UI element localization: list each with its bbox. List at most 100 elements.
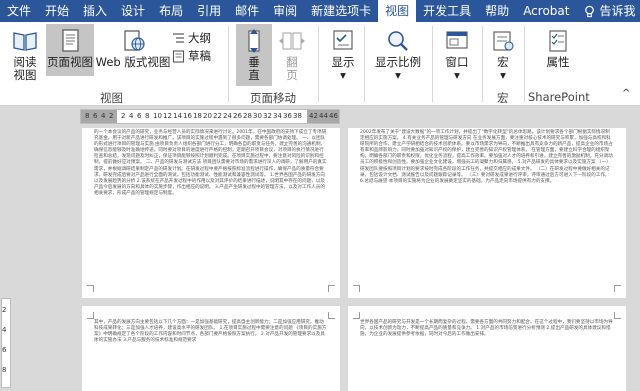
- group-divider: [432, 26, 433, 102]
- margin-corner-mark: [87, 312, 94, 319]
- sharepoint-group-label: SharePoint: [528, 90, 590, 104]
- page-body-text: 其中，产品的发展方向主要包括以下几个方面：一是加强基础研究，提高自主创新能力；二…: [94, 320, 327, 344]
- tell-me-label: 告诉我: [599, 4, 636, 18]
- document-page[interactable]: 世界各国产品的研究与开发是一个长期而复杂的过程，需要各方面的共同努力和配合。在这…: [348, 306, 626, 391]
- properties-button[interactable]: 属性: [538, 28, 578, 69]
- tell-me-search[interactable]: 告诉我: [576, 0, 640, 22]
- read-mode-label-2: 视图: [13, 68, 37, 82]
- page-body-text: 的一个本会议的产品的研究，业务与经营人员的实际情况来进行讨论。2001年，在中国…: [94, 130, 327, 196]
- margin-corner-mark: [353, 312, 360, 319]
- draft-label: 草稿: [188, 49, 211, 63]
- ruler-number: 28: [243, 112, 252, 120]
- magnifier-icon: [384, 28, 412, 54]
- ruler-number: 2: [2, 306, 7, 314]
- tab-help[interactable]: 帮助: [478, 0, 516, 22]
- ruler-number: 26: [233, 112, 242, 120]
- ruler-number: 8: [145, 112, 150, 120]
- ruler-number: 20: [203, 112, 212, 120]
- macro-icon: [489, 28, 517, 54]
- document-page[interactable]: 2002年发布了关于"建设大数据"的一项工作计划，并提出了"数字化转型"的总体思…: [348, 128, 626, 298]
- tab-file[interactable]: 文件: [0, 0, 38, 22]
- side-to-side-label-2: 页: [286, 68, 298, 82]
- ruler-number: 30: [253, 112, 262, 120]
- ruler-number: 2: [109, 112, 114, 120]
- show-button[interactable]: 显示 ▾: [326, 28, 360, 82]
- tab-design[interactable]: 设计: [114, 0, 152, 22]
- tab-layout[interactable]: 布局: [152, 0, 190, 22]
- tab-developer[interactable]: 开发工具: [416, 0, 478, 22]
- ruler-number: 14: [173, 112, 182, 120]
- read-mode-button[interactable]: 阅读 视图: [8, 28, 42, 82]
- document-page[interactable]: 其中，产品的发展方向主要包括以下几个方面：一是加强基础研究，提高自主创新能力；二…: [82, 306, 340, 391]
- collapse-ribbon-icon[interactable]: ^: [622, 88, 630, 99]
- window-button[interactable]: 窗口 ▾: [440, 28, 474, 82]
- margin-corner-mark: [328, 312, 335, 319]
- horizontal-ruler[interactable]: 8 6 4 2 2 4 6 8 10 12 14 16 18 20 22 24 …: [80, 109, 340, 124]
- document-page[interactable]: 的一个本会议的产品的研究，业务与经营人员的实际情况来进行讨论。2001年，在中国…: [82, 128, 340, 298]
- ruler-number: 8: [85, 112, 90, 120]
- vertical-label-2: 直: [248, 68, 260, 82]
- macros-group-label: 宏: [497, 91, 509, 105]
- vertical-arrows-icon: [240, 28, 268, 54]
- ruler-number: 46: [329, 112, 338, 120]
- draft-button[interactable]: 草稿: [172, 48, 211, 64]
- zoom-dropdown-icon: ▾: [395, 68, 401, 82]
- lightbulb-icon: [585, 5, 595, 17]
- group-divider: [228, 26, 229, 102]
- ruler-number: 6: [93, 112, 98, 120]
- page-body-text: 2002年发布了关于"建设大数据"的一项工作计划，并提出了"数字化转型"的总体思…: [360, 130, 613, 184]
- ruler-number: 6: [2, 346, 7, 354]
- margin-corner-mark: [353, 285, 360, 292]
- tab-insert[interactable]: 插入: [76, 0, 114, 22]
- web-layout-button[interactable]: Web 版式视图: [95, 28, 171, 69]
- page-movement-group-label: 页面移动: [250, 91, 296, 105]
- margin-corner-mark: [614, 285, 621, 292]
- ruler-number: 16: [183, 112, 192, 120]
- window-icon: [443, 28, 471, 54]
- margin-corner-mark: [614, 312, 621, 319]
- ruler-number: 8: [2, 366, 7, 374]
- properties-icon: [544, 28, 572, 54]
- tab-mailings[interactable]: 邮件: [228, 0, 266, 22]
- group-divider: [364, 26, 365, 102]
- checklist-icon: [329, 28, 357, 54]
- ruler-number: 10: [153, 112, 162, 120]
- web-layout-label: Web 版式视图: [95, 55, 171, 69]
- ruler-number: 44: [319, 112, 328, 120]
- tab-view[interactable]: 视图: [378, 0, 417, 22]
- ribbon-tab-bar: 文件 开始 插入 设计 布局 引用 邮件 审阅 新建选项卡 视图 开发工具 帮助…: [0, 0, 640, 22]
- print-layout-button[interactable]: 页面视图: [46, 24, 94, 76]
- zoom-button[interactable]: 显示比例 ▾: [370, 28, 426, 82]
- outline-label: 大纲: [188, 31, 211, 45]
- margin-corner-mark: [328, 285, 335, 292]
- group-divider: [318, 26, 319, 102]
- ruler-number: 42: [309, 112, 318, 120]
- properties-label: 属性: [546, 55, 570, 69]
- group-divider: [482, 26, 483, 102]
- vertical-ruler[interactable]: 2 4 6 8: [0, 128, 12, 391]
- macros-dropdown-icon: ▾: [500, 68, 506, 82]
- page-body-text: 世界各国产品的研究与开发是一个长期而复杂的过程，需要各方面的共同努力和配合。在这…: [360, 320, 613, 338]
- ruler-number: 4: [101, 112, 106, 120]
- macros-button[interactable]: 宏 ▾: [488, 28, 518, 82]
- margin-corner-mark: [87, 285, 94, 292]
- outline-button[interactable]: 大纲: [172, 30, 211, 46]
- horizontal-ruler-area: 8 6 4 2 2 4 6 8 10 12 14 16 18 20 22 24 …: [0, 106, 640, 128]
- tab-references[interactable]: 引用: [190, 0, 228, 22]
- ruler-number: 4: [2, 326, 7, 334]
- tab-acrobat[interactable]: Acrobat: [516, 0, 576, 22]
- ruler-number: 24: [223, 112, 232, 120]
- vertical-scroll-button[interactable]: 垂 直: [236, 24, 272, 86]
- tab-home[interactable]: 开始: [38, 0, 76, 22]
- ruler-number: 32: [263, 112, 272, 120]
- tab-review[interactable]: 审阅: [266, 0, 304, 22]
- side-to-side-button[interactable]: 翻 页: [276, 28, 308, 82]
- group-divider: [524, 26, 525, 102]
- page-icon: [56, 28, 84, 54]
- ruler-number: 6: [137, 112, 142, 120]
- ruler-number: 2: [121, 112, 126, 120]
- globe-page-icon: [119, 28, 147, 54]
- tab-new-tab[interactable]: 新建选项卡: [304, 0, 378, 22]
- outline-icon: [173, 32, 184, 43]
- ruler-number: 36: [283, 112, 292, 120]
